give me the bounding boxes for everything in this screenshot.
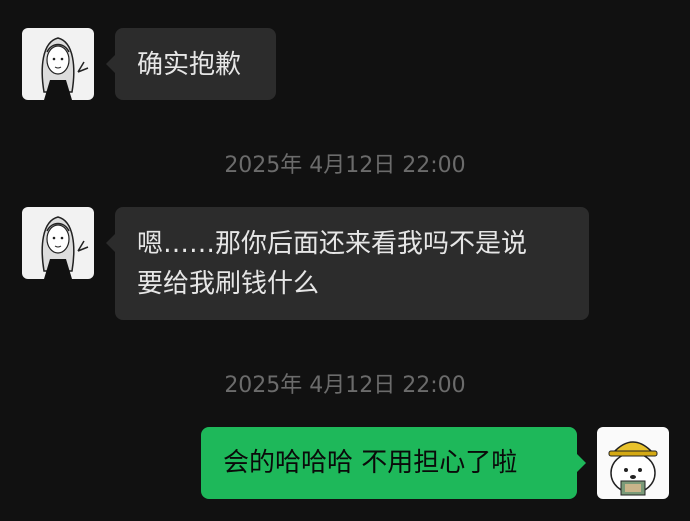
avatar-dog-with-hat-icon — [597, 427, 669, 499]
timestamp: 2025年 4月12日 22:00 — [224, 373, 466, 398]
message-bubble-outgoing[interactable]: 会的哈哈哈 不用担心了啦 — [201, 427, 577, 499]
timestamp: 2025年 4月12日 22:00 — [224, 153, 466, 178]
message-text: 确实抱歉 — [137, 50, 242, 80]
message-text-line: 要给我刷钱什么 — [137, 269, 320, 299]
my-avatar[interactable] — [597, 427, 669, 499]
bubble-tail — [577, 454, 586, 472]
avatar-sketch-girl-icon — [22, 207, 94, 279]
message-bubble-incoming[interactable]: 确实抱歉 — [115, 28, 276, 100]
bubble-tail — [106, 55, 115, 73]
message-text-line: 嗯……那你后面还来看我吗不是说 — [137, 229, 528, 259]
contact-avatar[interactable] — [22, 28, 94, 100]
avatar-sketch-girl-icon — [22, 28, 94, 100]
message-bubble-incoming[interactable]: 嗯……那你后面还来看我吗不是说 要给我刷钱什么 — [115, 207, 589, 320]
bubble-tail — [106, 234, 115, 252]
message-text: 会的哈哈哈 不用担心了啦 — [223, 448, 518, 478]
contact-avatar[interactable] — [22, 207, 94, 279]
